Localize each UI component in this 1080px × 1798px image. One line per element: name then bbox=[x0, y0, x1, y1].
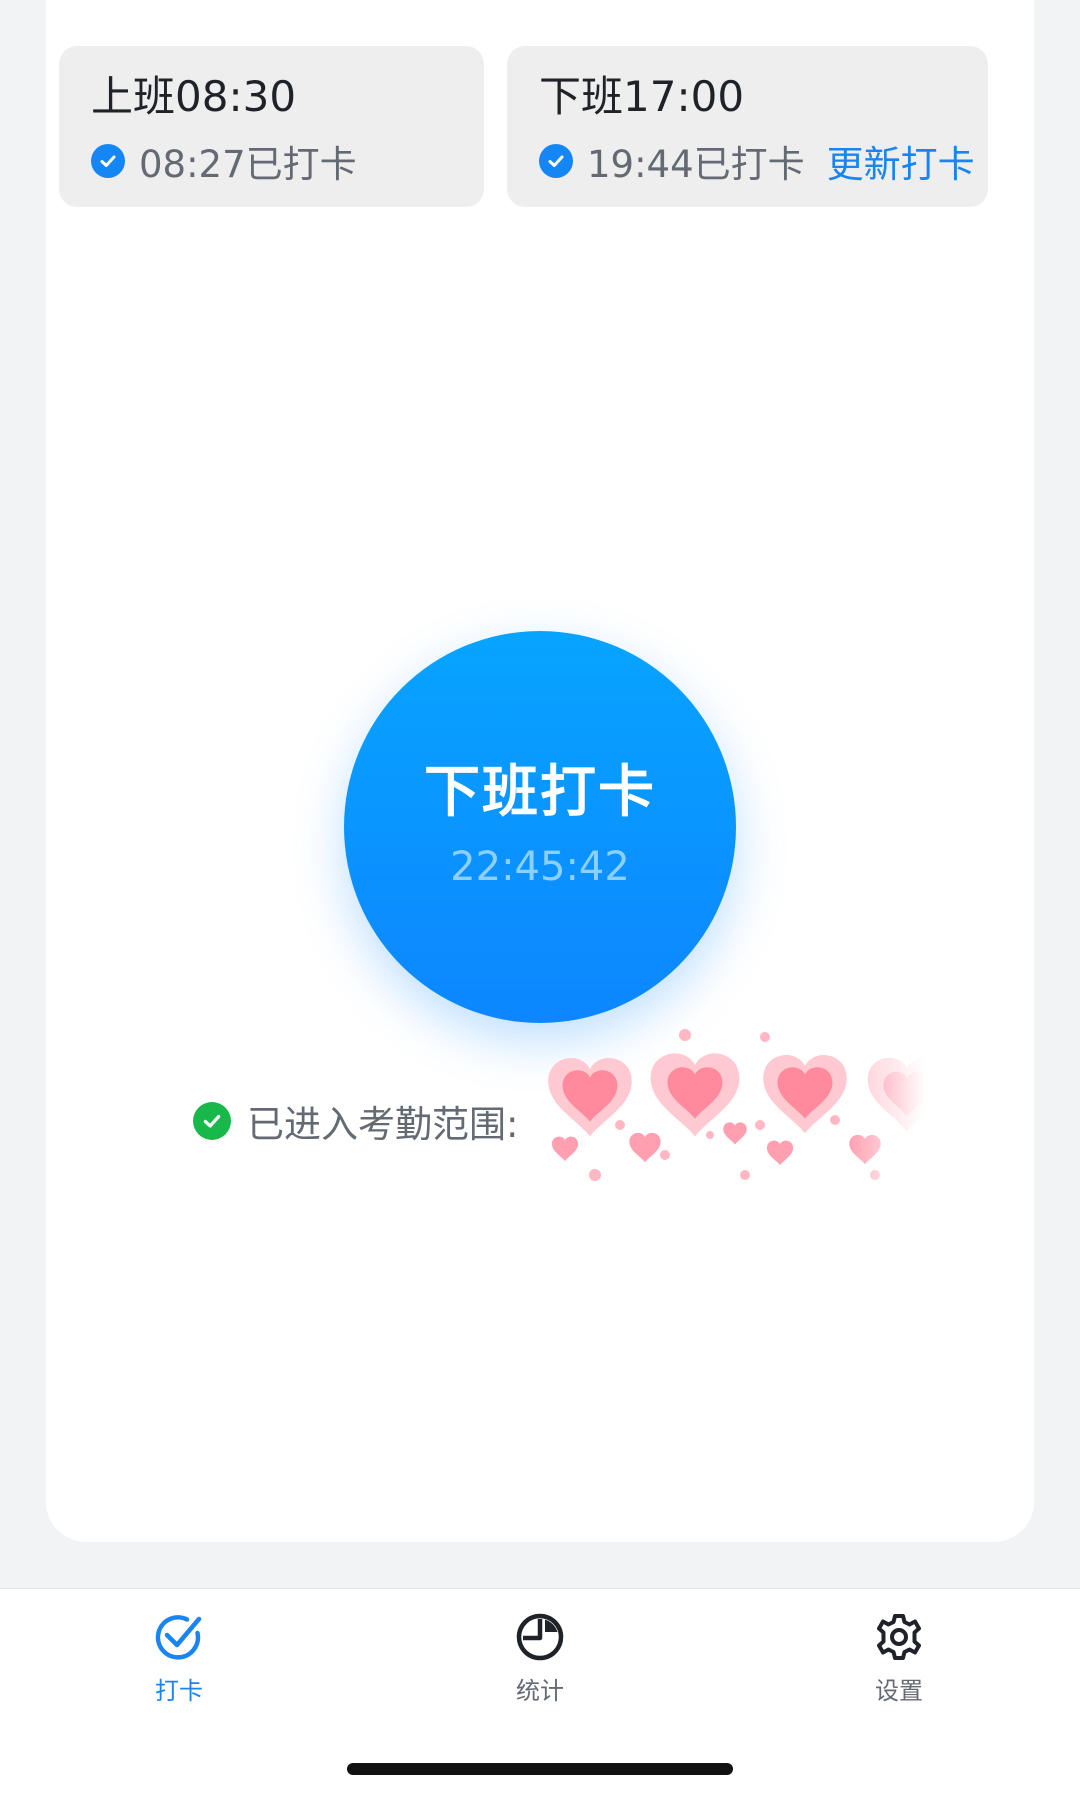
on-duty-title: 上班08:30 bbox=[91, 72, 297, 121]
punch-button-time: 22:45:42 bbox=[450, 843, 630, 890]
off-duty-title: 下班17:00 bbox=[539, 72, 745, 121]
on-duty-status-text: 08:27已打卡 bbox=[139, 143, 357, 186]
punch-button-label: 下班打卡 bbox=[424, 759, 656, 825]
off-duty-status: 19:44已打卡 更新打卡 bbox=[539, 134, 988, 188]
tab-punch-label: 打卡 bbox=[155, 1677, 203, 1705]
checkmark-icon bbox=[539, 144, 573, 178]
home-indicator[interactable] bbox=[347, 1763, 733, 1775]
tab-punch[interactable]: 打卡 bbox=[109, 1611, 249, 1706]
success-check-icon bbox=[193, 1102, 231, 1140]
hearts-sticker-icon bbox=[535, 1025, 925, 1193]
attendance-range-status: 已进入考勤范围: bbox=[193, 1094, 518, 1148]
gear-icon bbox=[877, 1614, 921, 1660]
update-punch-link[interactable]: 更新打卡 bbox=[827, 134, 975, 188]
on-duty-status: 08:27已打卡 bbox=[91, 134, 484, 188]
pie-chart-icon bbox=[516, 1613, 564, 1661]
tab-statistics-label: 统计 bbox=[516, 1677, 564, 1705]
tab-statistics[interactable]: 统计 bbox=[470, 1611, 610, 1706]
tab-settings[interactable]: 设置 bbox=[829, 1611, 969, 1706]
tab-settings-label: 设置 bbox=[875, 1677, 923, 1705]
on-duty-card: 上班08:30 08:27已打卡 bbox=[59, 46, 484, 207]
check-badge-icon bbox=[155, 1615, 202, 1660]
punch-out-button[interactable]: 下班打卡 22:45:42 bbox=[344, 631, 736, 1023]
checkmark-icon bbox=[91, 144, 125, 178]
off-duty-status-text: 19:44已打卡 bbox=[587, 143, 805, 186]
attendance-range-text: 已进入考勤范围: bbox=[247, 1103, 519, 1146]
off-duty-card: 下班17:00 19:44已打卡 更新打卡 bbox=[507, 46, 988, 207]
